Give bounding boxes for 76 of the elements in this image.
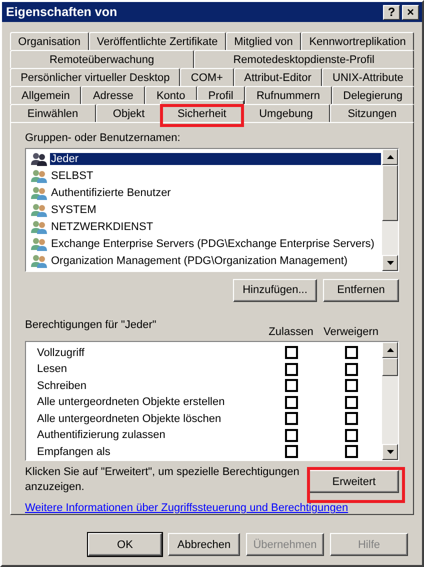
scroll-up-icon[interactable]: [386, 348, 394, 352]
tab[interactable]: Persönlicher virtueller Desktop: [10, 68, 180, 86]
column-header: Zulassen: [268, 325, 314, 340]
groups-list[interactable]: Jeder SELBST Authentifizierte Benutzer SYSTEM NETZWERKDIENST Exchange Enterprise Servers (PDG\Exchange Enterprise Servers) Organization Management (PDG\Organization Management): [25, 148, 399, 272]
add-button[interactable]: Hinzufügen...: [233, 278, 317, 302]
users-icon: [31, 186, 47, 200]
dialog-button[interactable]: Abbrechen: [168, 533, 240, 556]
deny-checkbox[interactable]: [344, 428, 358, 442]
tab[interactable]: Allgemein: [10, 86, 82, 104]
window-title: Eigenschaften von: [6, 5, 118, 19]
tab[interactable]: Veröffentlichte Zertifikate: [88, 32, 226, 50]
remove-button[interactable]: Entfernen: [323, 278, 399, 302]
group-item[interactable]: Jeder: [50, 152, 381, 164]
help-button[interactable]: ?: [383, 4, 400, 20]
users-icon: [31, 202, 47, 216]
dialog-button[interactable]: OK: [88, 533, 162, 556]
group-item[interactable]: NETZWERKDIENST: [50, 220, 154, 232]
tab[interactable]: Adresse: [81, 86, 145, 104]
scroll-thumb[interactable]: [382, 358, 398, 376]
group-item[interactable]: Exchange Enterprise Servers (PDG\Exchange Enterprise Servers): [50, 238, 376, 250]
tab[interactable]: Organisation: [10, 32, 89, 50]
group-item[interactable]: Organization Management (PDG\Organization Management): [50, 254, 349, 266]
permission-name: Schreiben: [37, 380, 88, 392]
permission-name: Alle untergeordneten Objekte erstellen: [37, 396, 226, 408]
deny-checkbox[interactable]: [344, 396, 358, 409]
tab[interactable]: Remoteüberwachung: [10, 50, 194, 68]
tab[interactable]: Kennwortreplikation: [301, 32, 414, 50]
tab[interactable]: Einwählen: [10, 104, 96, 122]
permission-name: Alle untergeordneten Objekte löschen: [37, 412, 222, 425]
allow-checkbox[interactable]: [284, 445, 298, 458]
tab[interactable]: COM+: [180, 68, 234, 86]
deny-checkbox[interactable]: [344, 362, 358, 376]
users-icon: [31, 254, 47, 268]
allow-checkbox[interactable]: [284, 379, 298, 392]
tab[interactable]: Attribut-Editor: [234, 68, 322, 86]
allow-checkbox[interactable]: [284, 362, 298, 376]
permission-name: Vollzugriff: [37, 346, 86, 359]
permission-name: Authentifizierung zulassen: [37, 429, 166, 442]
tab[interactable]: Umgebung: [242, 104, 330, 122]
tab[interactable]: Rufnummern: [244, 86, 332, 104]
scroll-down-icon[interactable]: [386, 450, 394, 454]
scroll-up-icon[interactable]: [386, 155, 394, 159]
advanced-button[interactable]: Erweitert: [309, 470, 399, 493]
allow-checkbox[interactable]: [284, 396, 298, 409]
deny-checkbox[interactable]: [344, 445, 358, 458]
permissions-label: Berechtigungen für "Jeder": [25, 318, 158, 332]
users-icon: [31, 152, 47, 166]
allow-checkbox[interactable]: [284, 346, 298, 360]
allow-checkbox[interactable]: [284, 412, 298, 426]
tab[interactable]: Delegierung: [332, 86, 414, 104]
allow-checkbox[interactable]: [284, 428, 298, 442]
scrollbar[interactable]: [382, 149, 398, 271]
deny-checkbox[interactable]: [344, 412, 358, 426]
group-item[interactable]: Authentifizierte Benutzer: [50, 186, 172, 198]
close-button[interactable]: ×: [402, 4, 419, 20]
tab[interactable]: Objekt: [96, 104, 162, 122]
scrollbar[interactable]: [382, 342, 398, 460]
advanced-hint: Klicken Sie auf "Erweitert", um spezielle Berechtigungen anzuzeigen.: [25, 465, 300, 495]
permission-name: Empfangen als: [37, 446, 112, 458]
column-header: Verweigern: [322, 325, 380, 340]
help-link[interactable]: Weitere Informationen über Zugriffssteuerung und Berechtigungen: [25, 502, 399, 514]
group-item[interactable]: SYSTEM: [50, 204, 98, 216]
users-icon: [31, 220, 47, 234]
scroll-down-icon[interactable]: [386, 260, 394, 265]
users-icon: [31, 236, 47, 250]
group-item[interactable]: SELBST: [50, 170, 94, 182]
permission-name: Lesen: [37, 363, 68, 376]
scroll-thumb[interactable]: [382, 165, 398, 221]
tab[interactable]: Remotedesktopdienste-Profil: [194, 50, 414, 68]
deny-checkbox[interactable]: [344, 346, 358, 360]
groups-label: Gruppen- oder Benutzernamen:: [25, 131, 182, 145]
tab[interactable]: Mitglied von: [226, 32, 302, 50]
tab[interactable]: UNIX-Attribute: [322, 68, 414, 86]
deny-checkbox[interactable]: [344, 379, 358, 392]
tab[interactable]: Sitzungen: [330, 104, 414, 122]
users-icon: [31, 168, 47, 182]
